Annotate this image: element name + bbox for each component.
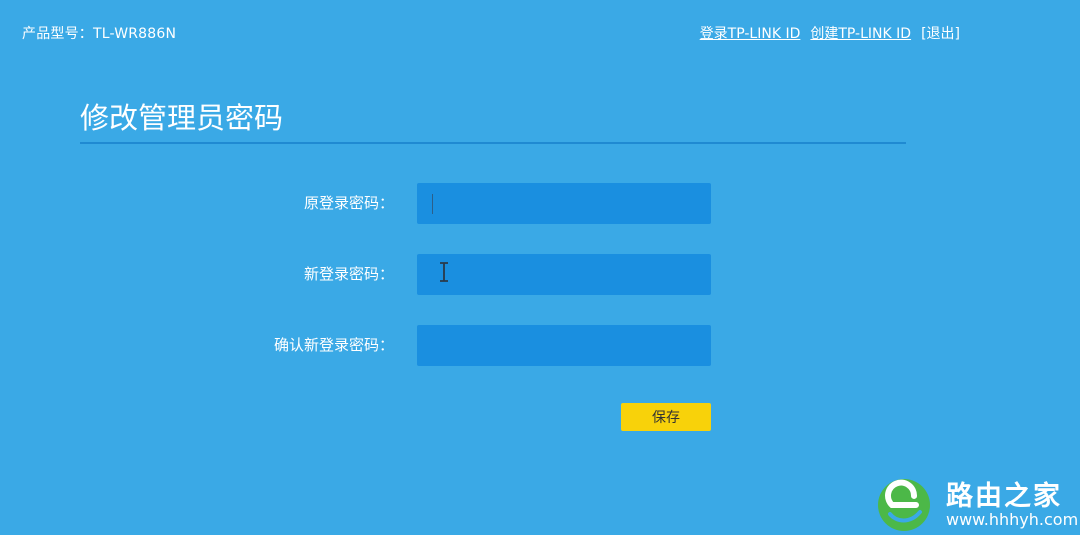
logout-link[interactable]: [退出] [921, 23, 960, 43]
text-cursor-icon [440, 262, 448, 282]
product-model: 产品型号：TL-WR886N [22, 26, 177, 42]
title-divider [80, 142, 906, 144]
old-password-label: 原登录密码： [303, 194, 394, 212]
watermark-brand: 路由之家 [946, 481, 1062, 512]
watermark: 路由之家 www.hhhyh.com [876, 474, 1079, 534]
text-caret [432, 194, 433, 214]
confirm-password-label: 确认新登录密码： [273, 336, 394, 354]
router-home-logo-icon [878, 479, 930, 531]
confirm-password-input[interactable] [417, 325, 711, 366]
login-tplink-id-link[interactable]: 登录TP-LINK ID [700, 23, 801, 43]
watermark-url: www.hhhyh.com [946, 510, 1079, 529]
save-button[interactable]: 保存 [621, 403, 711, 431]
old-password-row: 原登录密码： [0, 183, 1080, 224]
confirm-password-row: 确认新登录密码： [0, 325, 1080, 366]
create-tplink-id-link[interactable]: 创建TP-LINK ID [810, 23, 911, 43]
top-links: 登录TP-LINK ID 创建TP-LINK ID [退出] [700, 23, 960, 43]
new-password-row: 新登录密码： [0, 254, 1080, 295]
new-password-input[interactable] [417, 254, 711, 295]
page-title: 修改管理员密码 [80, 101, 284, 135]
old-password-input[interactable] [417, 183, 711, 224]
new-password-label: 新登录密码： [303, 265, 394, 283]
